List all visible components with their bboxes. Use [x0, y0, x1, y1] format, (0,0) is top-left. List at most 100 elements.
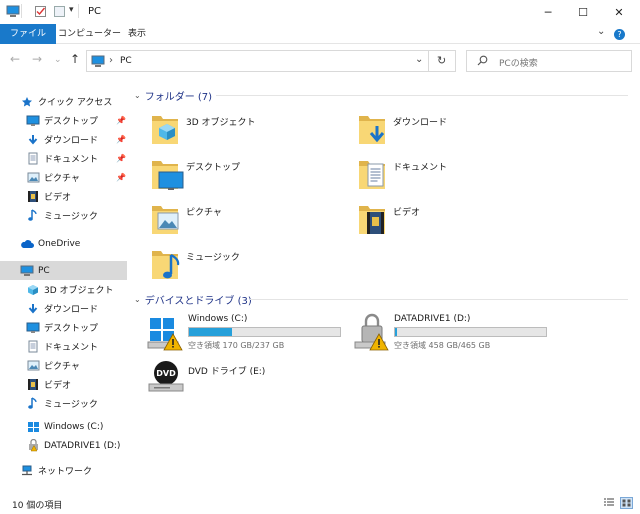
section-divider — [216, 95, 628, 96]
title-bar: ▾ PC ─ ☐ ✕ — [0, 0, 640, 24]
sidebar-item-label: ドキュメント — [44, 155, 99, 165]
drive-usage-fill — [189, 328, 232, 336]
picture-icon — [26, 359, 40, 373]
folder-3d-objects[interactable]: 3D オブジェクト — [150, 110, 350, 150]
pin-icon: 📌 — [116, 116, 126, 125]
sidebar-item-label: ネットワーク — [38, 467, 93, 477]
section-title: デバイスとドライブ (3) — [144, 296, 252, 307]
help-icon[interactable]: ? — [614, 29, 625, 40]
tab-computer[interactable]: コンピューター — [50, 24, 129, 44]
dvd-label: DVD — [156, 369, 176, 378]
tab-file[interactable]: ファイル — [0, 24, 57, 44]
sidebar-item-label: ミュージック — [44, 212, 98, 222]
sidebar-item-label: ダウンロード — [44, 305, 99, 315]
sidebar-item-label: ピクチャ — [44, 174, 80, 184]
folder-music[interactable]: ミュージック — [150, 245, 350, 285]
drive-name: DATADRIVE1 (D:) — [394, 314, 471, 324]
tab-view[interactable]: 表示 — [120, 24, 154, 44]
section-title: フォルダー (7) — [144, 92, 213, 103]
folders-section-header[interactable]: ⌄ フォルダー (7) — [134, 88, 212, 103]
new-folder-icon[interactable] — [53, 5, 66, 18]
folder-label: ピクチャ — [186, 208, 222, 218]
music-icon — [26, 397, 40, 411]
forward-button[interactable]: → — [32, 52, 42, 66]
sidebar-item-label: デスクトップ — [44, 117, 99, 127]
sidebar-item-label: Windows (C:) — [44, 421, 104, 432]
window-title: PC — [88, 6, 102, 17]
sidebar-item-network[interactable]: ネットワーク — [0, 461, 127, 480]
sidebar-item-documents[interactable]: ドキュメント — [0, 337, 127, 356]
drive-datadrive-d[interactable]: DATADRIVE1 (D:) 空き領域 458 GB/465 GB — [352, 312, 552, 356]
collapse-icon: ⌄ — [134, 91, 141, 100]
address-dropdown-icon[interactable]: ⌄ — [415, 54, 423, 65]
folder-pictures[interactable]: ピクチャ — [150, 200, 350, 240]
download-folder-icon — [357, 110, 387, 149]
folder-desktop[interactable]: デスクトップ — [150, 155, 350, 195]
drive-usage-bar — [188, 327, 341, 337]
sidebar-item-music[interactable]: ミュージック — [0, 206, 127, 225]
pc-icon — [6, 5, 20, 18]
details-view-icon[interactable] — [603, 498, 615, 511]
sidebar-item-label: ドキュメント — [44, 343, 99, 353]
sidebar-item-downloads[interactable]: ダウンロード — [0, 299, 127, 318]
windows-drive-icon — [146, 312, 186, 355]
ribbon-expand-icon[interactable]: ⌄ — [597, 26, 605, 37]
drive-name: DVD ドライブ (E:) — [188, 367, 266, 377]
cube-folder-icon — [150, 110, 180, 149]
address-path[interactable]: PC — [120, 56, 132, 66]
sidebar-item-label: デスクトップ — [44, 324, 99, 334]
sidebar-item-3d-objects[interactable]: 3D オブジェクト — [0, 280, 127, 299]
sidebar-item-pictures[interactable]: ピクチャ — [0, 168, 127, 187]
desktop-icon — [26, 321, 40, 335]
refresh-button[interactable]: ↻ — [437, 54, 446, 67]
devices-section-header[interactable]: ⌄ デバイスとドライブ (3) — [134, 292, 252, 307]
drive-windows-c[interactable]: Windows (C:) 空き領域 170 GB/237 GB — [146, 312, 346, 356]
folder-label: 3D オブジェクト — [186, 118, 256, 128]
sidebar-item-videos[interactable]: ビデオ — [0, 187, 127, 206]
quick-access-dropdown-icon[interactable]: ▾ — [69, 5, 74, 15]
up-button[interactable]: ↑ — [70, 52, 80, 66]
close-button[interactable]: ✕ — [596, 0, 640, 24]
pin-icon: 📌 — [116, 135, 126, 144]
drive-free-space: 空き領域 458 GB/465 GB — [394, 341, 491, 350]
video-icon — [26, 190, 40, 204]
sidebar-item-pc[interactable]: PC — [0, 261, 127, 280]
sidebar-item-quick-access[interactable]: クイック アクセス — [0, 92, 127, 111]
navigation-pane: クイック アクセス デスクトップ 📌 ダウンロード 📌 ドキュメント 📌 ピクチ… — [0, 86, 128, 486]
sidebar-item-onedrive[interactable]: OneDrive — [0, 234, 127, 253]
sidebar-item-label: OneDrive — [38, 238, 81, 249]
sidebar-item-downloads[interactable]: ダウンロード — [0, 130, 127, 149]
pc-icon — [20, 264, 34, 278]
picture-folder-icon — [150, 200, 180, 239]
sidebar-item-label: DATADRIVE1 (D:) — [44, 440, 121, 451]
sidebar-item-pictures[interactable]: ピクチャ — [0, 356, 127, 375]
cloud-icon — [20, 237, 34, 251]
folder-label: ドキュメント — [393, 163, 448, 173]
sidebar-item-label: ミュージック — [44, 400, 98, 410]
properties-icon[interactable] — [34, 5, 47, 18]
folder-videos[interactable]: ビデオ — [357, 200, 557, 240]
drive-dvd-e[interactable]: DVD DVD ドライブ (E:) — [146, 360, 346, 404]
folder-label: ダウンロード — [393, 118, 448, 128]
sidebar-item-desktop[interactable]: デスクトップ — [0, 318, 127, 337]
desktop-folder-icon — [150, 155, 184, 194]
sidebar-item-documents[interactable]: ドキュメント — [0, 149, 127, 168]
video-icon — [26, 378, 40, 392]
folder-documents[interactable]: ドキュメント — [357, 155, 557, 195]
recent-locations-button[interactable]: ⌄ — [54, 55, 62, 65]
sidebar-item-videos[interactable]: ビデオ — [0, 375, 127, 394]
video-folder-icon — [357, 200, 387, 239]
folder-downloads[interactable]: ダウンロード — [357, 110, 557, 150]
sidebar-item-datadrive[interactable]: DATADRIVE1 (D:) — [0, 436, 127, 455]
pc-icon — [91, 55, 105, 71]
address-bar[interactable]: › PC ⌄ ↻ — [86, 50, 456, 72]
search-box[interactable]: PCの検索 — [466, 50, 632, 72]
back-button[interactable]: ← — [10, 52, 20, 66]
sidebar-item-desktop[interactable]: デスクトップ — [0, 111, 127, 130]
large-icons-view-icon[interactable] — [620, 497, 633, 509]
sidebar-item-windows-drive[interactable]: Windows (C:) — [0, 417, 127, 436]
sidebar-item-label: ピクチャ — [44, 362, 80, 372]
drive-name: Windows (C:) — [188, 314, 248, 324]
document-icon — [26, 340, 40, 354]
sidebar-item-music[interactable]: ミュージック — [0, 394, 127, 413]
